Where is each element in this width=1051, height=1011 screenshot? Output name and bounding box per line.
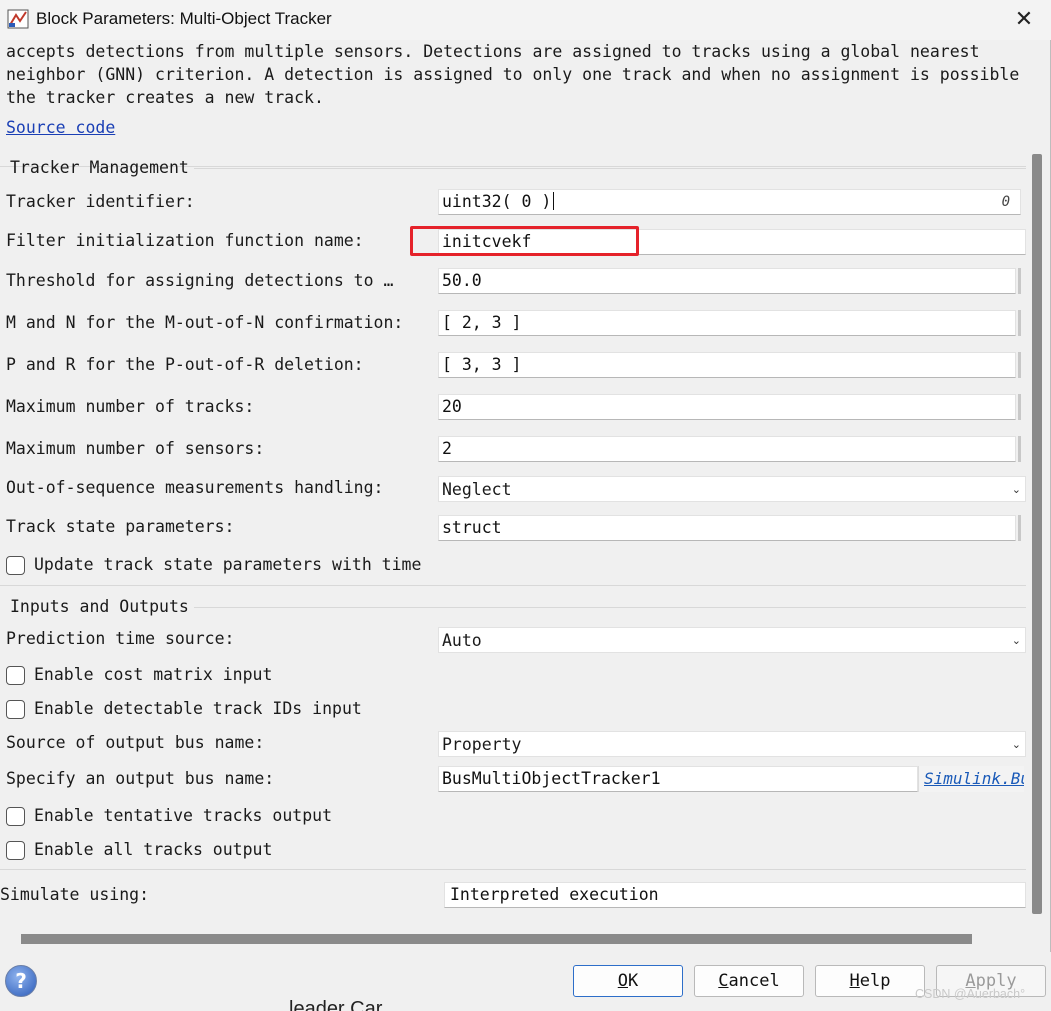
checkbox-box[interactable] bbox=[6, 556, 25, 575]
oosm-handling-label: Out-of-sequence measurements handling: bbox=[6, 478, 384, 497]
output-bus-name-field[interactable]: BusMultiObjectTracker1 bbox=[438, 766, 918, 792]
field-overflow-edge bbox=[1018, 310, 1021, 336]
checkbox-box[interactable] bbox=[6, 666, 25, 685]
simulate-using-dropdown[interactable]: Interpreted execution bbox=[444, 882, 1026, 908]
filter-initialization-label: Filter initialization function name: bbox=[6, 231, 364, 250]
help-button[interactable]: Help bbox=[815, 965, 925, 997]
horizontal-scroll-thumb[interactable] bbox=[21, 934, 972, 944]
button-label-suffix: K bbox=[628, 971, 639, 991]
field-overflow-edge bbox=[1018, 515, 1021, 541]
p-r-deletion-label: P and R for the P-out-of-R deletion: bbox=[6, 355, 364, 374]
output-bus-name-label: Specify an output bus name: bbox=[6, 769, 275, 788]
field-overflow-edge bbox=[1018, 436, 1021, 462]
button-label-suffix: elp bbox=[859, 971, 891, 991]
checkbox-box[interactable] bbox=[6, 841, 25, 860]
help-icon[interactable]: ? bbox=[5, 965, 37, 997]
checkbox-label: Update track state parameters with time bbox=[34, 555, 422, 574]
checkbox-box[interactable] bbox=[6, 807, 25, 826]
section-heading-inputs-outputs: Inputs and Outputs bbox=[10, 597, 189, 616]
bus-name-source-label: Source of output bus name: bbox=[6, 733, 265, 752]
cancel-button[interactable]: Cancel bbox=[694, 965, 804, 997]
window-title: Block Parameters: Multi-Object Tracker bbox=[36, 9, 332, 28]
background-canvas-label: leader Car bbox=[289, 998, 383, 1011]
block-parameters-icon bbox=[7, 9, 29, 29]
field-overflow-edge bbox=[1018, 352, 1021, 378]
tracker-identifier-value: uint32( 0 ) bbox=[442, 192, 552, 211]
max-tracks-label: Maximum number of tracks: bbox=[6, 397, 255, 416]
description-line: accepts detections from multiple sensors… bbox=[6, 42, 980, 61]
bus-name-source-value: Property bbox=[442, 735, 522, 754]
simulink-bus-link[interactable]: Simulink.Bus bbox=[918, 766, 1024, 792]
threshold-label: Threshold for assigning detections to … bbox=[6, 271, 394, 290]
m-n-confirmation-field[interactable]: [ 2, 3 ] bbox=[438, 310, 1016, 336]
source-code-link[interactable]: Source code bbox=[6, 118, 115, 137]
max-sensors-field[interactable]: 2 bbox=[438, 436, 1016, 462]
prediction-time-source-label: Prediction time source: bbox=[6, 629, 235, 648]
dialog-footer: ? OK Cancel Help Apply bbox=[0, 952, 1051, 1011]
section-rule bbox=[194, 607, 1026, 608]
section-heading-tracker-management: Tracker Management bbox=[10, 158, 189, 177]
block-description: accepts detections from multiple sensors… bbox=[6, 40, 1026, 109]
button-mnemonic: C bbox=[718, 971, 729, 991]
simulate-using-label: Simulate using: bbox=[0, 885, 150, 904]
bus-name-source-dropdown[interactable]: Property ⌄ bbox=[438, 731, 1026, 757]
oosm-handling-value: Neglect bbox=[442, 480, 512, 499]
horizontal-scrollbar[interactable] bbox=[0, 926, 1026, 952]
tracker-identifier-field[interactable]: uint32( 0 ) 0 bbox=[438, 189, 1021, 215]
field-overflow-edge bbox=[1018, 394, 1021, 420]
button-label-suffix: ancel bbox=[728, 971, 780, 991]
vertical-scrollbar[interactable] bbox=[1027, 40, 1047, 925]
track-state-parameters-label: Track state parameters: bbox=[6, 517, 235, 536]
field-overflow-edge bbox=[1018, 268, 1021, 294]
oosm-handling-dropdown[interactable]: Neglect ⌄ bbox=[438, 476, 1026, 502]
ok-button[interactable]: OK bbox=[573, 965, 683, 997]
prediction-time-source-dropdown[interactable]: Auto ⌄ bbox=[438, 627, 1026, 653]
title-bar: Block Parameters: Multi-Object Tracker ✕ bbox=[0, 0, 1051, 40]
max-sensors-label: Maximum number of sensors: bbox=[6, 439, 265, 458]
button-mnemonic: H bbox=[849, 971, 860, 991]
section-divider bbox=[0, 585, 1026, 586]
m-n-confirmation-label: M and N for the M-out-of-N confirmation: bbox=[6, 313, 404, 332]
checkbox-label: Enable detectable track IDs input bbox=[34, 699, 362, 718]
p-r-deletion-field[interactable]: [ 3, 3 ] bbox=[438, 352, 1016, 378]
max-tracks-field[interactable]: 20 bbox=[438, 394, 1016, 420]
threshold-field[interactable]: 50.0 bbox=[438, 268, 1016, 294]
tracker-identifier-label: Tracker identifier: bbox=[6, 192, 195, 211]
dialog-window: Block Parameters: Multi-Object Tracker ✕… bbox=[0, 0, 1051, 1011]
chevron-down-icon: ⌄ bbox=[1011, 634, 1021, 647]
text-caret bbox=[553, 192, 555, 210]
section-divider bbox=[0, 869, 1026, 870]
prediction-time-source-value: Auto bbox=[442, 631, 482, 650]
evaluated-value-badge: 0 bbox=[1001, 194, 1010, 210]
chevron-down-icon: ⌄ bbox=[1011, 738, 1021, 751]
description-line: neighbor (GNN) criterion. A detection is… bbox=[6, 65, 1020, 84]
track-state-parameters-field[interactable]: struct bbox=[438, 515, 1016, 541]
button-mnemonic: O bbox=[617, 971, 628, 991]
checkbox-box[interactable] bbox=[6, 700, 25, 719]
vertical-scroll-thumb[interactable] bbox=[1032, 154, 1042, 914]
close-icon[interactable]: ✕ bbox=[1008, 5, 1040, 35]
parameters-panel: accepts detections from multiple sensors… bbox=[0, 40, 1026, 926]
description-line: the tracker creates a new track. bbox=[6, 88, 324, 107]
watermark: CSDN @Auerbach° bbox=[915, 987, 1026, 1001]
checkbox-label: Enable tentative tracks output bbox=[34, 806, 333, 825]
section-rule bbox=[194, 168, 1026, 169]
chevron-down-icon: ⌄ bbox=[1011, 483, 1021, 496]
checkbox-label: Enable all tracks output bbox=[34, 840, 273, 859]
highlight-box bbox=[410, 226, 639, 256]
checkbox-label: Enable cost matrix input bbox=[34, 665, 273, 684]
